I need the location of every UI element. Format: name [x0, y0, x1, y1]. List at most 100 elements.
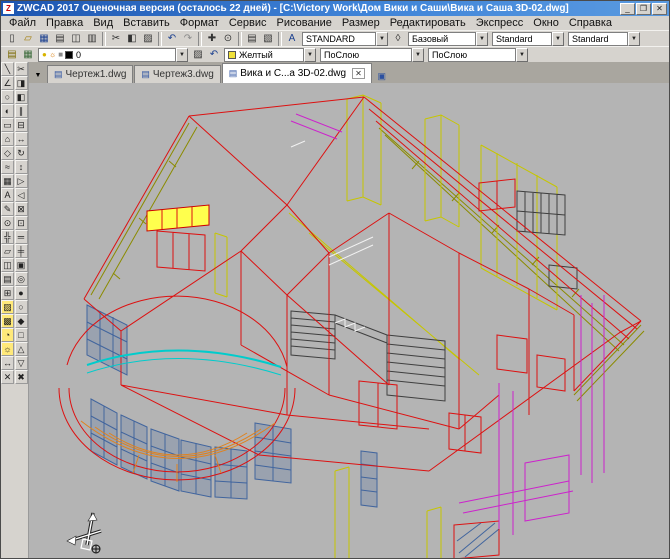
- tool-sketch-icon[interactable]: ✎: [1, 202, 14, 216]
- menu-item-help[interactable]: Справка: [564, 17, 617, 29]
- separator[interactable]: [102, 32, 106, 46]
- color-combobox[interactable]: Желтый ▼: [224, 48, 316, 62]
- tool-block-icon[interactable]: ▤: [1, 272, 14, 286]
- separator[interactable]: [278, 32, 282, 46]
- separator[interactable]: [158, 32, 162, 46]
- layer-states-icon[interactable]: ▦: [20, 48, 36, 62]
- new-drawing-tab-icon[interactable]: ▣: [375, 69, 389, 83]
- layer-combobox[interactable]: ● ☼ ■ 0 ▼: [38, 48, 188, 62]
- tool-offset-icon[interactable]: ∥: [15, 104, 28, 118]
- tool-arc-icon[interactable]: ◐: [1, 104, 14, 118]
- drawing-canvas[interactable]: [29, 83, 669, 558]
- menu-item-format[interactable]: Формат: [175, 17, 224, 29]
- tool-ellipse-icon[interactable]: ◇: [1, 146, 14, 160]
- chevron-down-icon[interactable]: ▼: [476, 32, 488, 46]
- undo-icon[interactable]: ↶: [164, 32, 180, 46]
- tool-chamfer-icon[interactable]: ═: [15, 230, 28, 244]
- tab-close-icon[interactable]: ✕: [352, 68, 365, 79]
- tool-pedit-icon[interactable]: ●: [15, 286, 28, 300]
- linetype-combobox[interactable]: ПоСлою ▼: [320, 48, 424, 62]
- tool-divide-icon[interactable]: ○: [15, 300, 28, 314]
- tool-point-icon[interactable]: ⊙: [1, 216, 14, 230]
- copy-clip-icon[interactable]: ◧: [124, 32, 140, 46]
- text-style-icon[interactable]: A: [284, 32, 300, 46]
- tool-table-icon[interactable]: ◫: [1, 258, 14, 272]
- redo-icon[interactable]: ↷: [180, 32, 196, 46]
- tab-list-dropdown-icon[interactable]: ▼: [32, 69, 44, 83]
- pan-icon[interactable]: ✚: [204, 32, 220, 46]
- chevron-down-icon[interactable]: ▼: [552, 32, 564, 46]
- tool-erase-icon[interactable]: ✂: [15, 62, 28, 76]
- maximize-button[interactable]: ❐: [636, 3, 651, 15]
- tool-ray-icon[interactable]: ∠: [1, 76, 14, 90]
- tool-region-icon[interactable]: ▱: [1, 244, 14, 258]
- close-button[interactable]: ✕: [652, 3, 667, 15]
- menu-item-tools[interactable]: Сервис: [224, 17, 272, 29]
- tool-boundary-icon[interactable]: □: [15, 328, 28, 342]
- tool-solid-icon[interactable]: △: [15, 342, 28, 356]
- properties-icon[interactable]: ▤: [244, 32, 260, 46]
- tool-join-icon[interactable]: ◎: [15, 272, 28, 286]
- tool-hatch-icon[interactable]: ▦: [1, 174, 14, 188]
- tool-scale-icon[interactable]: ↕: [15, 160, 28, 174]
- tool-text-icon[interactable]: A: [1, 188, 14, 202]
- separator[interactable]: [198, 32, 202, 46]
- tool-xline-icon[interactable]: ╬: [1, 230, 14, 244]
- tab-active-drawing[interactable]: ▤ Вика и С...а 3D-02.dwg ✕: [222, 63, 372, 83]
- tool-gradient-icon[interactable]: ▨: [1, 300, 14, 314]
- tool-erase2-icon[interactable]: ✕: [1, 370, 14, 384]
- chevron-down-icon[interactable]: ▼: [412, 48, 424, 62]
- chevron-down-icon[interactable]: ▼: [516, 48, 528, 62]
- tool-explode-icon[interactable]: ▣: [15, 258, 28, 272]
- dim-style-icon[interactable]: ◊: [390, 32, 406, 46]
- menu-item-dimension[interactable]: Размер: [337, 17, 385, 29]
- tool-delete-icon[interactable]: ✖: [15, 370, 28, 384]
- tool-align-icon[interactable]: ↔: [1, 356, 14, 370]
- mleader-style-combobox[interactable]: Standard ▼: [568, 32, 640, 46]
- publish-icon[interactable]: ▥: [84, 32, 100, 46]
- make-object-layer-icon[interactable]: ▨: [190, 48, 206, 62]
- paste-icon[interactable]: ▨: [140, 32, 156, 46]
- menu-item-draw[interactable]: Рисование: [272, 17, 337, 29]
- tool-donut-icon[interactable]: ▽: [15, 356, 28, 370]
- tool-move-icon[interactable]: ↔: [15, 132, 28, 146]
- tool-trim-icon[interactable]: ◁: [15, 188, 28, 202]
- tool-polygon-icon[interactable]: ⌂: [1, 132, 14, 146]
- tool-extend-icon[interactable]: ⊠: [15, 202, 28, 216]
- tool-spline-icon[interactable]: ≈: [1, 160, 14, 174]
- dim-style-combobox[interactable]: Базовый ▼: [408, 32, 488, 46]
- print-preview-icon[interactable]: ◫: [68, 32, 84, 46]
- open-folder-icon[interactable]: ▱: [20, 32, 36, 46]
- tab-drawing3[interactable]: ▤ Чертеж3.dwg: [134, 65, 220, 83]
- tool-wipeout-icon[interactable]: ▩: [1, 314, 14, 328]
- tool-insert-icon[interactable]: ⊞: [1, 286, 14, 300]
- minimize-button[interactable]: _: [620, 3, 635, 15]
- tool-light-icon[interactable]: ☼: [1, 342, 14, 356]
- tool-array-icon[interactable]: ⊟: [15, 118, 28, 132]
- menu-item-modify[interactable]: Редактировать: [385, 17, 471, 29]
- tool-rotate-icon[interactable]: ↻: [15, 146, 28, 160]
- match-properties-icon[interactable]: ▧: [260, 32, 276, 46]
- chevron-down-icon[interactable]: ▼: [628, 32, 640, 46]
- menu-item-insert[interactable]: Вставить: [118, 17, 175, 29]
- tool-revcloud-icon[interactable]: ◔: [1, 328, 14, 342]
- tab-drawing1[interactable]: ▤ Чертеж1.dwg: [47, 65, 133, 83]
- chevron-down-icon[interactable]: ▼: [304, 48, 316, 62]
- tool-measure-icon[interactable]: ◆: [15, 314, 28, 328]
- tool-stretch-icon[interactable]: ▷: [15, 174, 28, 188]
- tool-mirror-icon[interactable]: ◧: [15, 90, 28, 104]
- layer-manager-icon[interactable]: ▤: [4, 48, 20, 62]
- tool-circle-icon[interactable]: ○: [1, 90, 14, 104]
- text-style-combobox[interactable]: STANDARD ▼: [302, 32, 388, 46]
- cut-icon[interactable]: ✂: [108, 32, 124, 46]
- menu-item-window[interactable]: Окно: [528, 17, 564, 29]
- tool-break-icon[interactable]: ⊡: [15, 216, 28, 230]
- lineweight-combobox[interactable]: ПоСлою ▼: [428, 48, 528, 62]
- tool-fillet-icon[interactable]: ╪: [15, 244, 28, 258]
- zoom-icon[interactable]: ⊙: [220, 32, 236, 46]
- menu-item-file[interactable]: Файл: [4, 17, 41, 29]
- tool-copy-icon[interactable]: ◨: [15, 76, 28, 90]
- plot-icon[interactable]: ▤: [52, 32, 68, 46]
- layer-previous-icon[interactable]: ↶: [206, 48, 222, 62]
- menu-item-edit[interactable]: Правка: [41, 17, 88, 29]
